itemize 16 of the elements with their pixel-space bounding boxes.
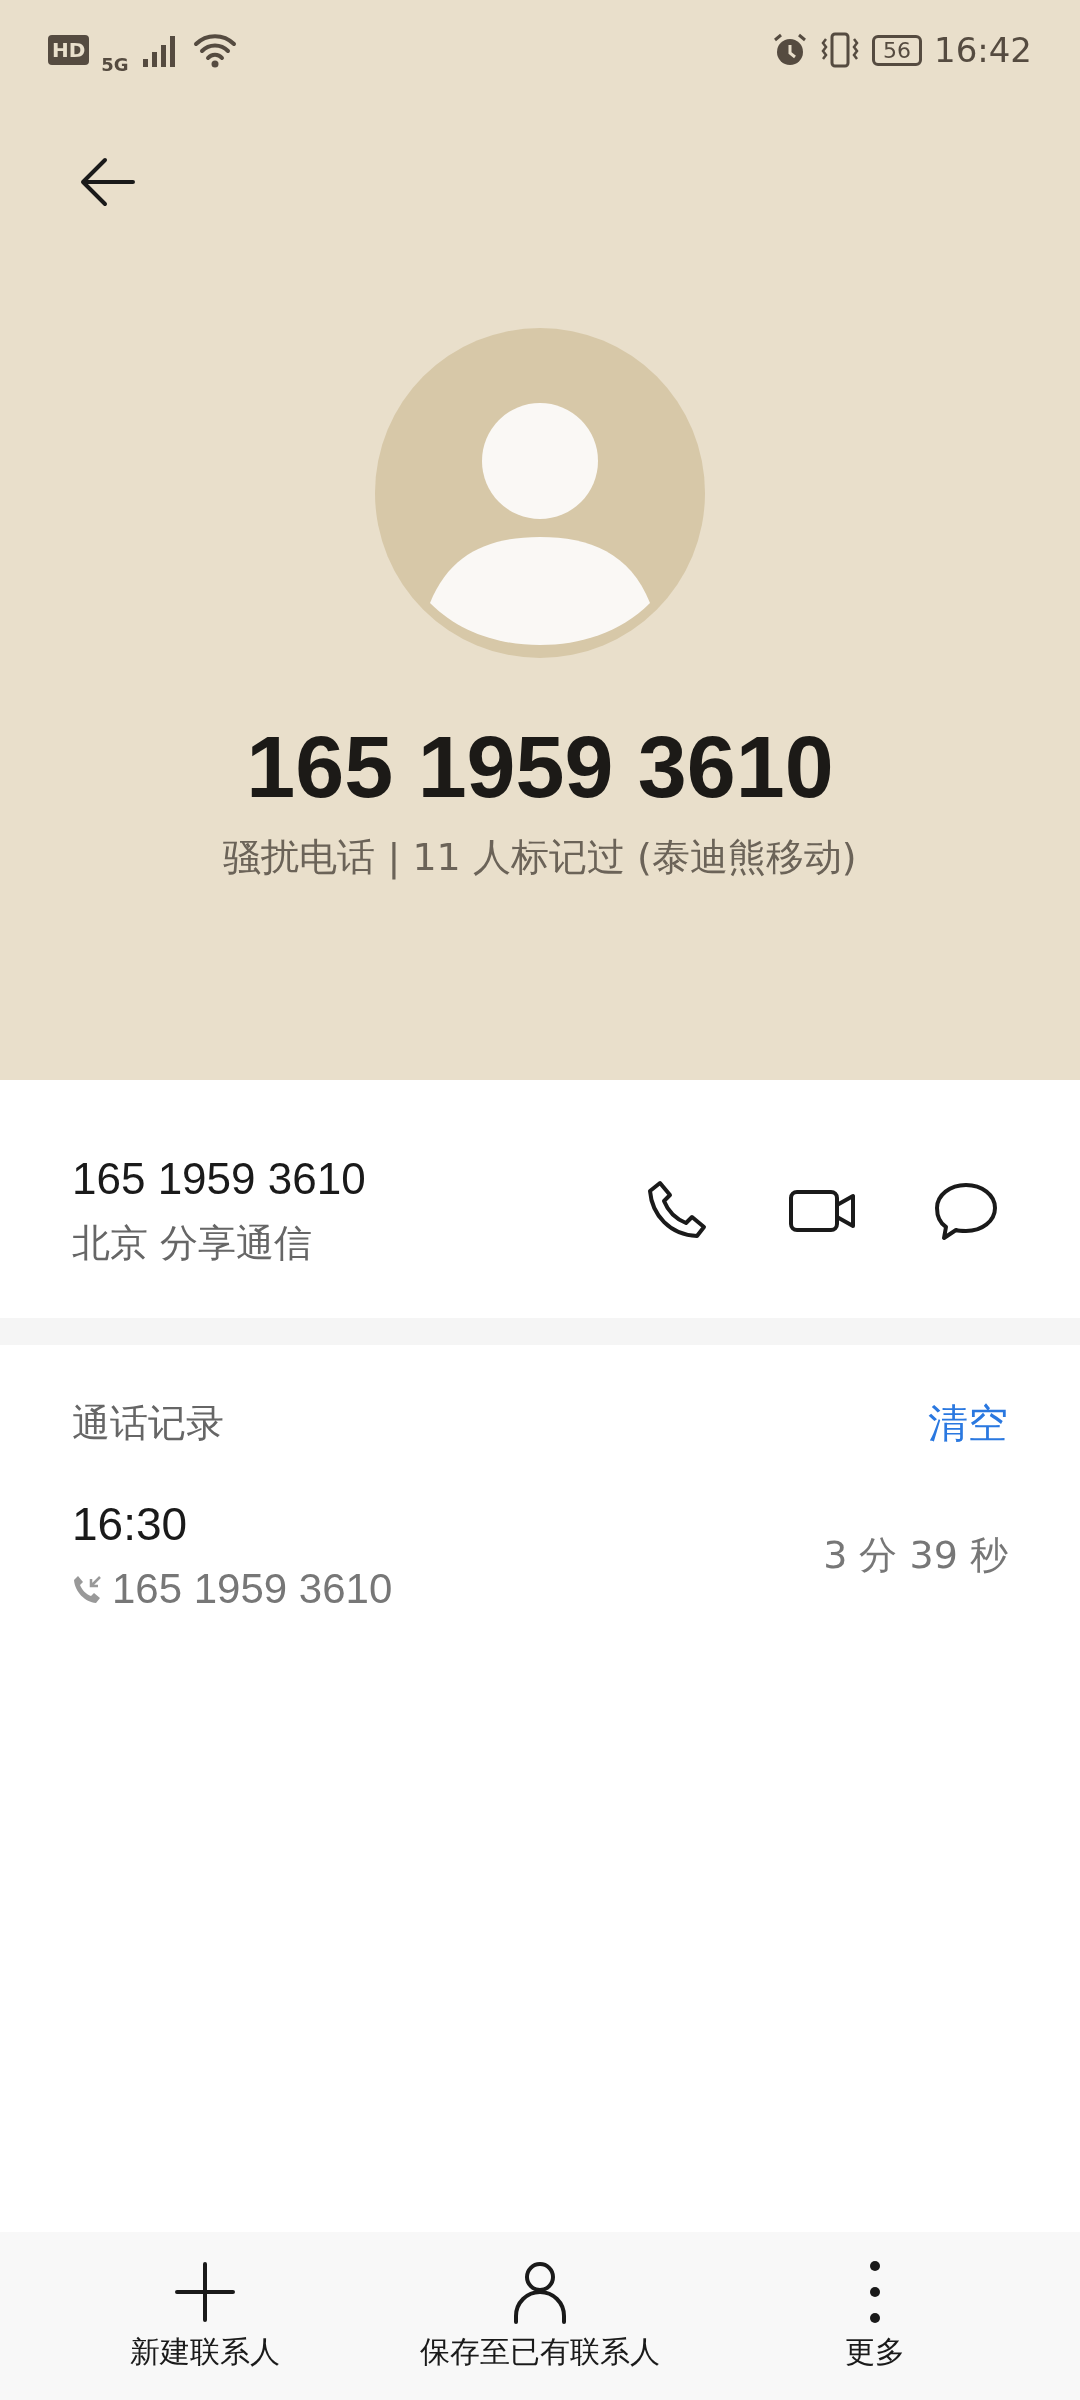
battery-level: 56 [872,34,922,66]
call-time: 16:30 [72,1497,189,1551]
clock-time: 16:42 [934,30,1032,70]
phone-number: 165 1959 3610 [72,1153,367,1204]
caller-tag-info: 骚扰电话 | 11 人标记过 (泰迪熊移动) [222,834,858,882]
call-duration: 3 分 39 秒 [823,1531,1008,1579]
call-log-title: 通话记录 [72,1399,224,1447]
network-type: 5G [101,53,129,75]
hd-indicator: HD [48,35,90,65]
number-location: 北京 分享通信 [72,1219,314,1267]
bottom-action-button[interactable]: 更多 [835,2232,915,2400]
call-number: 165 1959 3610 [112,1565,393,1613]
phone-number-title: 165 1959 3610 [245,716,835,818]
clear-button[interactable]: 清空 [928,1395,1008,1451]
bottom-action-button[interactable]: 保存至已有联系人 [410,2232,670,2400]
bottom-action-button[interactable]: 新建联系人 [120,2232,290,2400]
